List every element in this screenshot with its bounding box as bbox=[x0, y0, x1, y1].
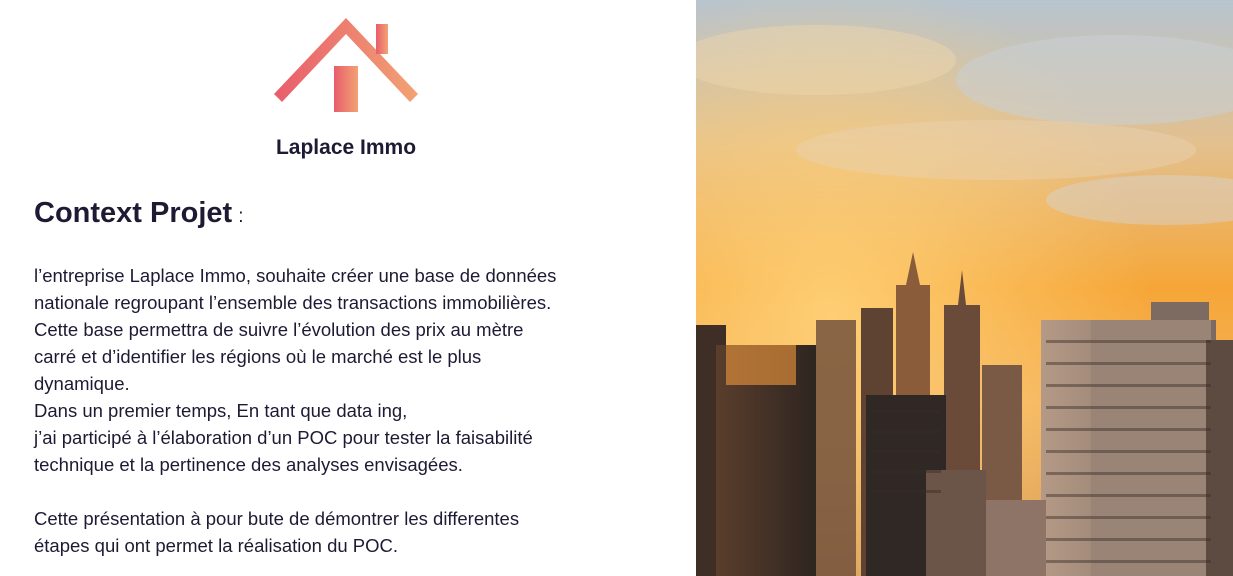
body-line: Cette base permettra de suivre l’évoluti… bbox=[34, 319, 524, 340]
text-panel: Laplace Immo Context Projet: l’entrepris… bbox=[0, 0, 696, 576]
section-title: Context Projet: bbox=[34, 197, 243, 230]
slide: Laplace Immo Context Projet: l’entrepris… bbox=[0, 0, 1233, 576]
body-line: l’entreprise Laplace Immo, souhaite crée… bbox=[34, 265, 557, 286]
section-title-text: Context Projet bbox=[34, 197, 233, 229]
body-line: j’ai participé à l’élaboration d’un POC … bbox=[34, 427, 533, 448]
body-line: technique et la pertinence des analyses … bbox=[34, 454, 463, 475]
body-line: Cette présentation à pour bute de démont… bbox=[34, 508, 520, 529]
body-line: carré et d’identifier les régions où le … bbox=[34, 346, 482, 367]
house-icon bbox=[274, 18, 418, 112]
body-line: nationale regroupant l’ensemble des tran… bbox=[34, 292, 552, 313]
body-line: Dans un premier temps, En tant que data … bbox=[34, 400, 408, 421]
body-line: étapes qui ont permet la réalisation du … bbox=[34, 535, 399, 556]
body-line: dynamique. bbox=[34, 373, 130, 394]
brand-name: Laplace Immo bbox=[275, 136, 417, 159]
context-body: l’entreprise Laplace Immo, souhaite crée… bbox=[34, 262, 674, 559]
section-title-colon: : bbox=[238, 206, 244, 227]
city-skyline-image bbox=[696, 0, 1233, 576]
